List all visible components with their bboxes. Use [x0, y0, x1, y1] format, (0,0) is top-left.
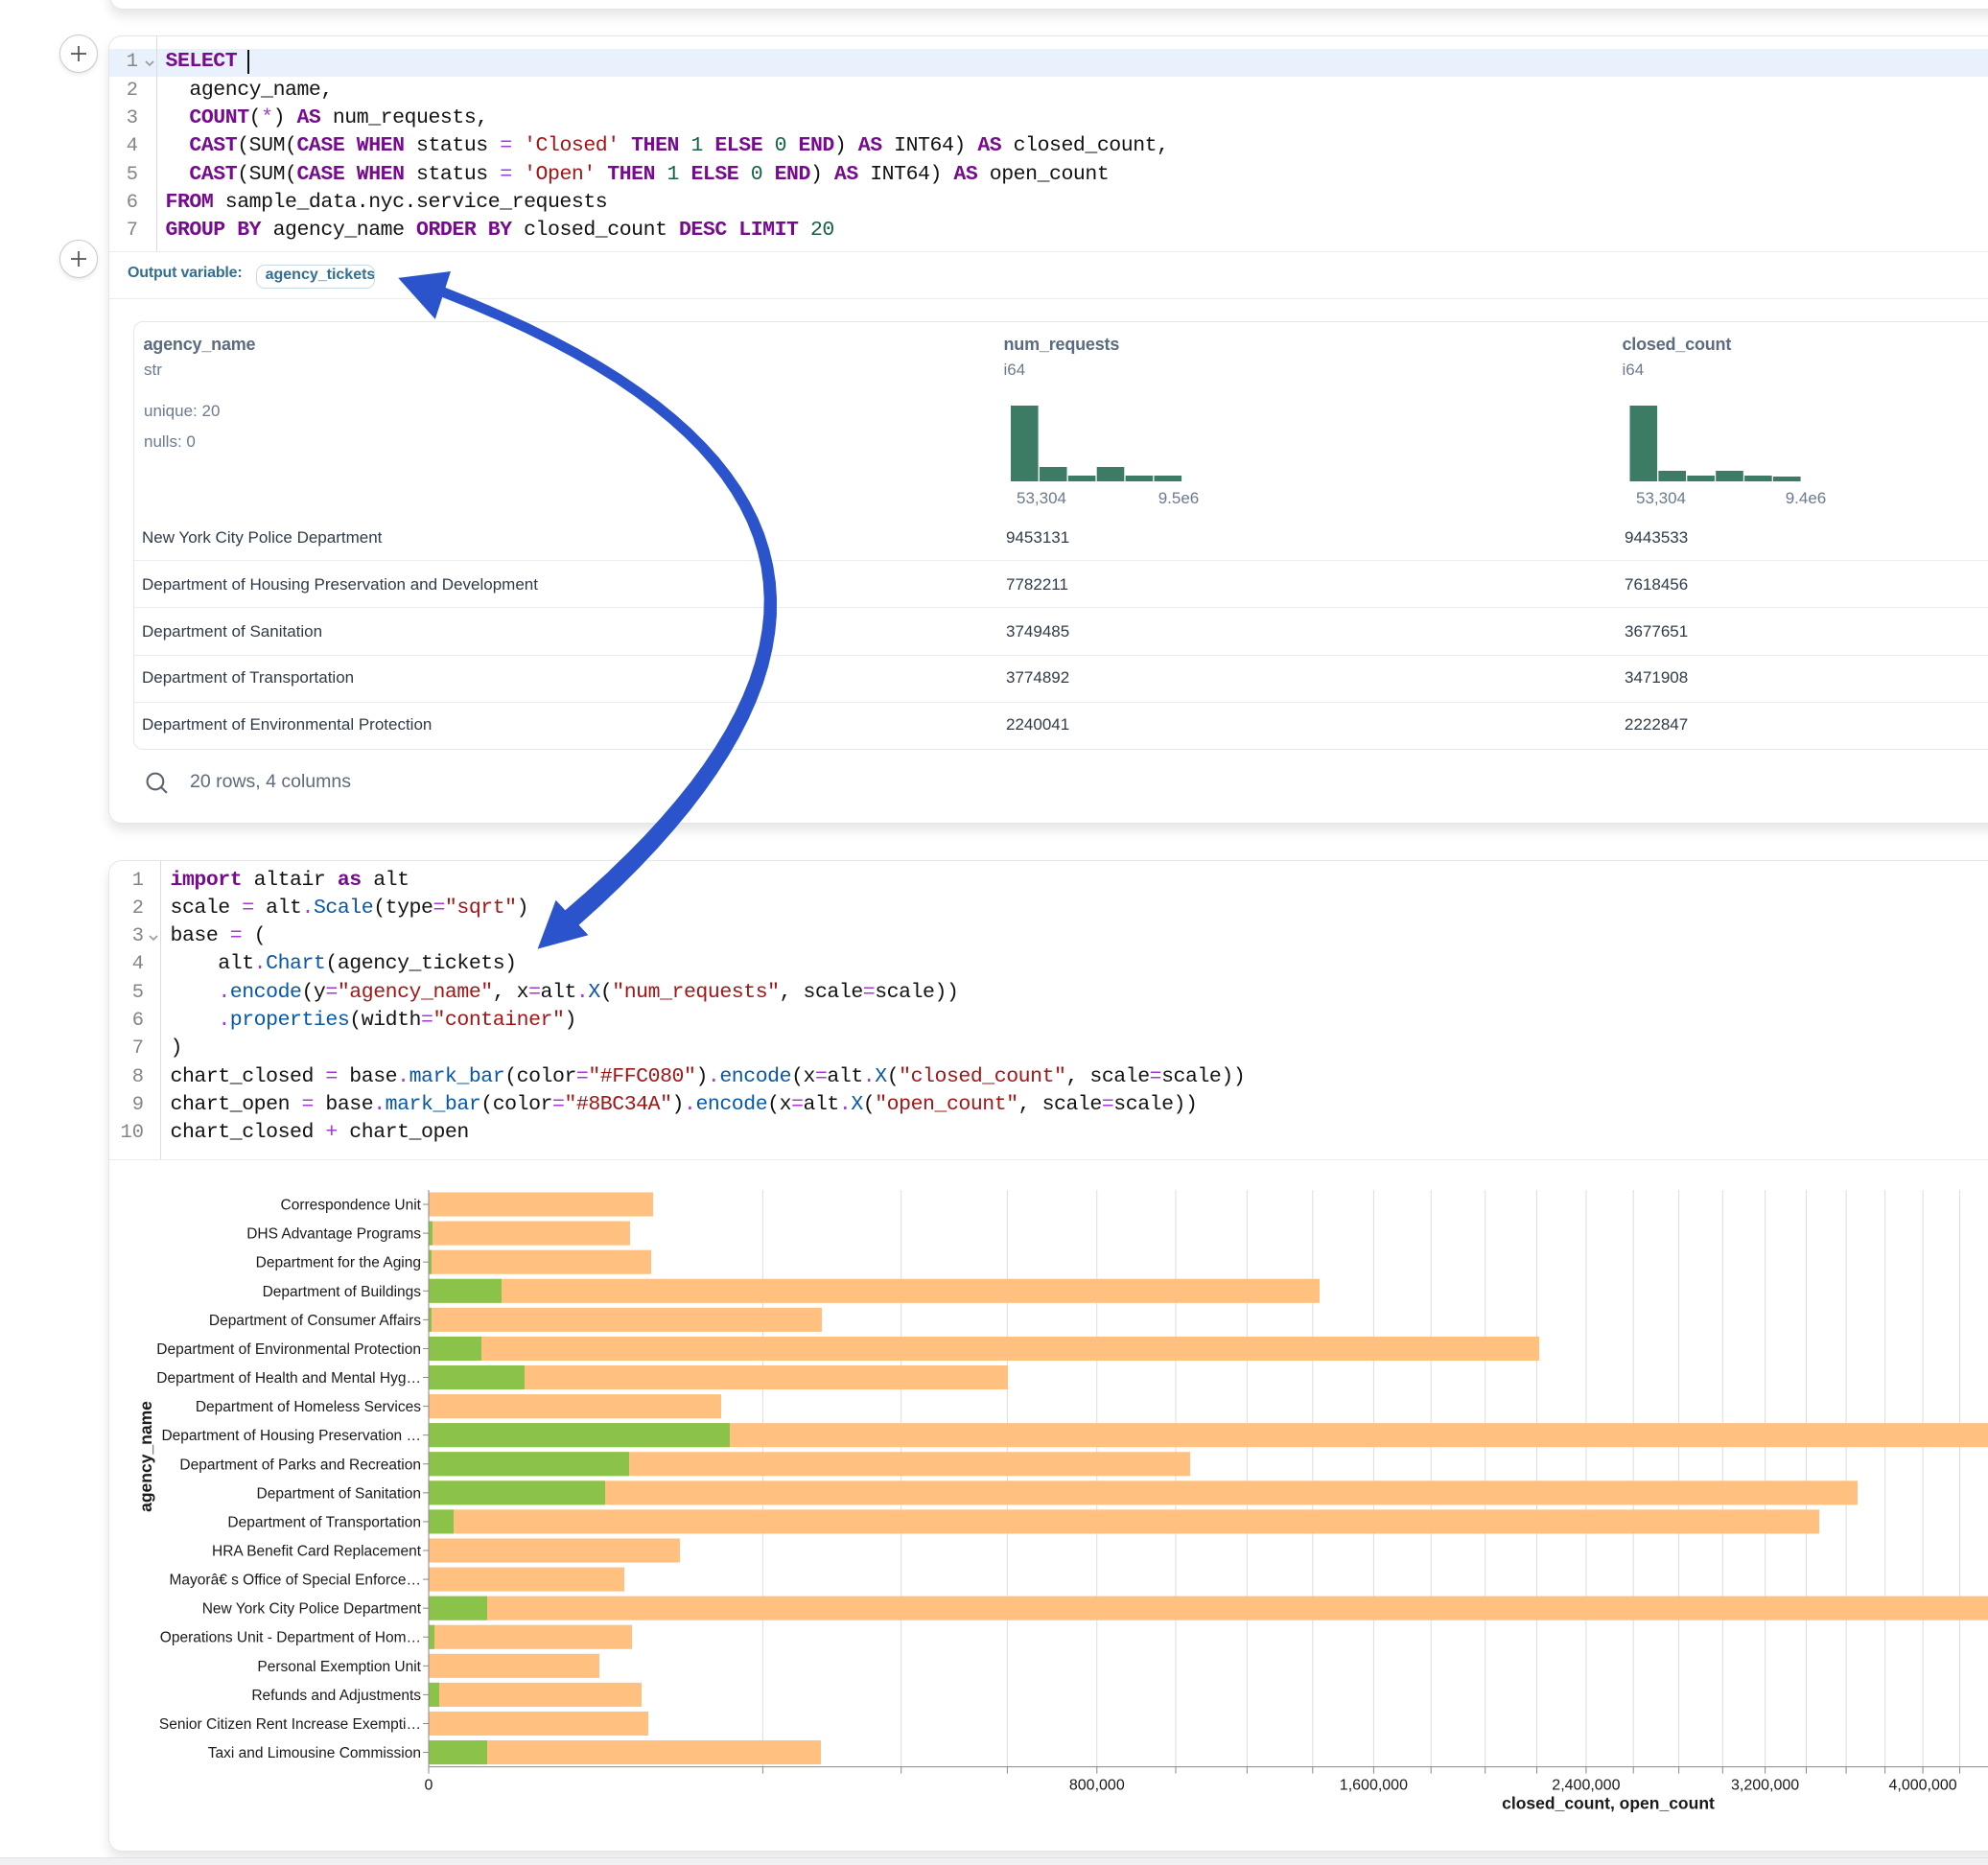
svg-text:Correspondence Unit: Correspondence Unit	[281, 1198, 422, 1214]
svg-text:Mayorâ€ s Office of Special En: Mayorâ€ s Office of Special Enforce…	[170, 1573, 421, 1589]
svg-text:Refunds and Adjustments: Refunds and Adjustments	[251, 1688, 421, 1704]
svg-text:3,200,000: 3,200,000	[1731, 1778, 1799, 1794]
svg-text:agency_name: agency_name	[136, 1401, 155, 1512]
svg-text:Department of Health and Menta: Department of Health and Mental Hyg…	[156, 1370, 421, 1387]
svg-text:HRA Benefit Card Replacement: HRA Benefit Card Replacement	[212, 1544, 422, 1560]
svg-text:Taxi and Limousine Commission: Taxi and Limousine Commission	[208, 1745, 421, 1761]
svg-text:New York City Police Departmen: New York City Police Department	[202, 1601, 422, 1618]
svg-text:Operations Unit - Department o: Operations Unit - Department of Hom…	[160, 1630, 421, 1646]
svg-text:Department for the Aging: Department for the Aging	[256, 1255, 421, 1271]
svg-text:Personal Exemption Unit: Personal Exemption Unit	[257, 1659, 421, 1675]
svg-text:0: 0	[425, 1778, 433, 1794]
svg-text:Department of Parks and Recrea: Department of Parks and Recreation	[179, 1457, 421, 1473]
svg-text:Department of Housing Preserva: Department of Housing Preservation …	[161, 1428, 421, 1444]
svg-text:Senior Citizen Rent Increase E: Senior Citizen Rent Increase Exempti…	[159, 1716, 421, 1733]
svg-text:4,000,000: 4,000,000	[1889, 1778, 1957, 1794]
svg-text:Department of Buildings: Department of Buildings	[263, 1284, 422, 1300]
svg-text:800,000: 800,000	[1069, 1778, 1125, 1794]
svg-text:1,600,000: 1,600,000	[1340, 1778, 1408, 1794]
svg-text:2,400,000: 2,400,000	[1552, 1778, 1620, 1794]
svg-text:Department of Consumer Affairs: Department of Consumer Affairs	[209, 1313, 421, 1329]
svg-text:Department of Environmental Pr: Department of Environmental Protection	[156, 1341, 421, 1358]
svg-text:Department of Homeless Service: Department of Homeless Services	[196, 1399, 421, 1415]
svg-text:Department of Sanitation: Department of Sanitation	[257, 1485, 421, 1502]
svg-text:DHS Advantage Programs: DHS Advantage Programs	[246, 1226, 421, 1243]
svg-text:closed_count, open_count: closed_count, open_count	[1502, 1794, 1715, 1813]
svg-text:Department of Transportation: Department of Transportation	[227, 1514, 421, 1530]
